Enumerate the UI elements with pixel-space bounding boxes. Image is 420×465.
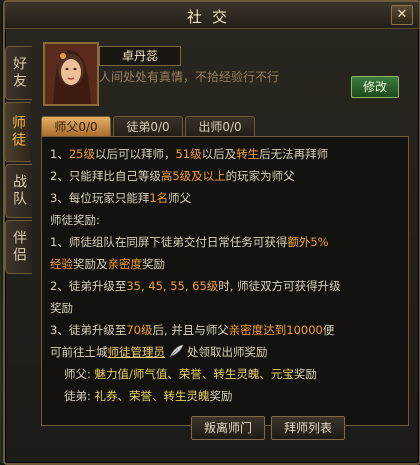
reward-line-2b: 奖励 — [50, 301, 73, 315]
female-portrait-icon — [45, 44, 97, 104]
side-tab-team[interactable]: 战队 — [5, 164, 32, 218]
side-tab-mentor[interactable]: 师徒 — [4, 102, 31, 162]
social-window: 社交 ✕ 好友 师徒 战队 伴侣 卓丹蕊 人间处处有真情，不拾经验行不行 修改 … — [3, 0, 420, 465]
window-title: 社交 — [186, 8, 237, 26]
tab-master[interactable]: 师父0/0 — [41, 116, 111, 137]
mentor-list-button[interactable]: 拜师列表 — [271, 416, 345, 440]
feather-icon[interactable] — [168, 344, 184, 358]
mentor-panel: 卓丹蕊 人间处处有真情，不拾经验行不行 修改 师父0/0 徒弟0/0 出师0/0… — [35, 34, 413, 457]
reward-line-2a: 2、徒弟升级至35, 45, 55, 65级时, 师徒双方可获得升级 — [50, 279, 341, 293]
rule-line-2: 2、只能拜比自己等级高5级及以上的玩家为师父 — [50, 169, 295, 183]
avatar — [43, 42, 99, 106]
mentor-tabs: 师父0/0 徒弟0/0 出师0/0 — [41, 116, 255, 137]
rules-box: 1、25级以后可以拜师，51级以后及转生后无法再拜师 2、只能拜比自己等级高5级… — [41, 136, 409, 426]
npc-link[interactable]: 师徒管理员 — [108, 345, 166, 359]
reward-title: 师徒奖励: — [50, 213, 100, 227]
side-tab-friends[interactable]: 好友 — [5, 46, 32, 100]
title-bar[interactable]: 社交 ✕ — [5, 2, 419, 29]
master-rewards: 师父: 魅力值/师气值、荣誉、转生灵魄、元宝奖励 — [64, 367, 317, 381]
reward-line-1a: 1、师徒组队在同屏下徒弟交付日常任务可获得额外5% — [50, 235, 329, 249]
tab-apprentice[interactable]: 徒弟0/0 — [113, 116, 183, 137]
leave-mentor-button[interactable]: 叛离师门 — [191, 416, 265, 440]
edit-button[interactable]: 修改 — [351, 76, 399, 98]
rule-line-1: 1、25级以后可以拜师，51级以后及转生后无法再拜师 — [50, 147, 329, 161]
close-button[interactable]: ✕ — [391, 5, 413, 25]
reward-line-1b: 经验奖励及亲密度奖励 — [50, 257, 165, 271]
reward-line-3b: 可前往土城师徒管理员 处领取出师奖励 — [50, 344, 268, 359]
tab-graduated[interactable]: 出师0/0 — [185, 116, 255, 137]
side-tab-partner[interactable]: 伴侣 — [5, 220, 32, 274]
player-motto: 人间处处有真情，不拾经验行不行 — [99, 70, 280, 84]
apprentice-rewards: 徒弟: 礼券、荣誉、转生灵魄奖励 — [64, 389, 233, 403]
player-name: 卓丹蕊 — [99, 46, 181, 66]
rule-line-3: 3、每位玩家只能拜1名师父 — [50, 191, 192, 205]
reward-line-3a: 3、徒弟升级至70级后, 并且与师父亲密度达到10000便 — [50, 323, 335, 337]
